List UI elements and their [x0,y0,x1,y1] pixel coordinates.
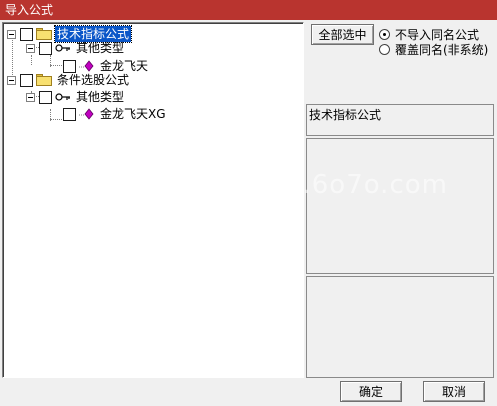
tree-checkbox[interactable] [39,41,52,55]
tree-checkbox[interactable] [39,90,52,104]
formula-info-box [306,276,494,378]
radio-overwrite-label[interactable]: 覆盖同名(非系统) [395,41,488,58]
tree-checkbox[interactable] [63,107,76,121]
radio-skip-button[interactable] [379,28,390,40]
tree-node-other-type[interactable]: 其他类型 [26,88,126,106]
formula-type-title: 技术指标公式 [306,104,494,136]
watermark: u.6o7o.com [285,170,448,200]
tree-node-other-type[interactable]: 其他类型 [26,39,126,57]
tree-node-label[interactable]: 其他类型 [74,40,126,56]
key-icon [55,93,70,101]
radio-overwrite-button[interactable] [379,43,390,55]
folder-icon [36,74,52,86]
tree-node-screening[interactable]: 条件选股公式 [7,71,131,89]
select-all-button[interactable]: 全部选中 [311,24,374,45]
ok-button[interactable]: 确定 [340,381,402,402]
radio-overwrite-duplicates[interactable]: 覆盖同名(非系统) [379,41,488,58]
tree-node-label[interactable]: 条件选股公式 [55,72,131,88]
collapse-toggle[interactable] [26,92,35,102]
formula-tree[interactable]: 技术指标公式 其他类型 金龙飞天 条件选股公式 其他类型 金龙飞天XG [2,22,304,378]
formula-icon [79,108,94,120]
tree-line [50,119,64,120]
window-title: 导入公式 [0,0,497,20]
tree-checkbox[interactable] [20,73,33,87]
tree-node-label[interactable]: 其他类型 [74,89,126,105]
tree-node-label[interactable]: 金龙飞天XG [98,106,168,122]
tree-node-formula[interactable]: 金龙飞天XG [63,105,168,123]
collapse-toggle[interactable] [7,29,16,39]
key-icon [55,44,70,52]
formula-description-box [306,138,494,274]
collapse-toggle[interactable] [26,43,35,53]
cancel-button[interactable]: 取消 [423,381,485,402]
radio-skip-duplicates[interactable]: 不导入同名公式 [379,27,479,42]
collapse-toggle[interactable] [7,75,16,85]
tree-line [50,65,64,66]
